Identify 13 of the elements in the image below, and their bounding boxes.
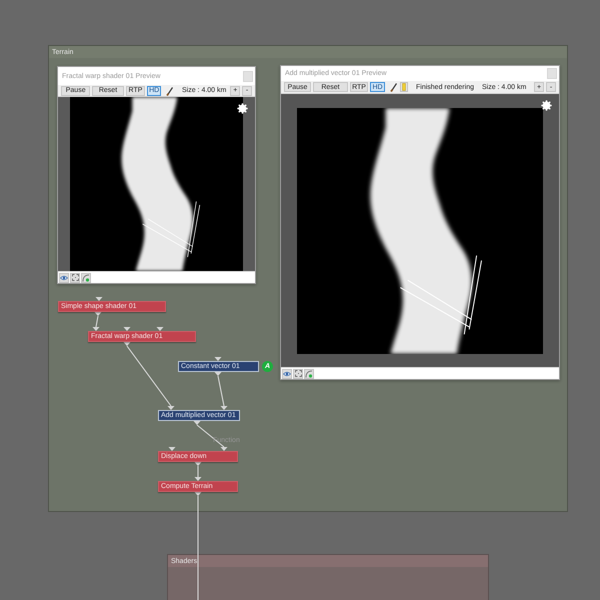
frame-icon[interactable] — [293, 368, 303, 378]
frame-icon[interactable] — [70, 272, 80, 282]
brush-icon[interactable] — [166, 86, 174, 96]
sun-icon[interactable] — [237, 103, 248, 114]
curve-icon[interactable] — [304, 368, 314, 378]
sun-icon[interactable] — [541, 100, 552, 111]
connection-line — [126, 346, 172, 406]
eye-icon[interactable] — [59, 272, 69, 282]
connection-line — [96, 316, 98, 328]
curve-icon[interactable] — [81, 272, 91, 282]
brush-icon[interactable] — [390, 82, 398, 92]
eye-icon[interactable] — [282, 368, 292, 378]
connection-line — [218, 376, 224, 406]
